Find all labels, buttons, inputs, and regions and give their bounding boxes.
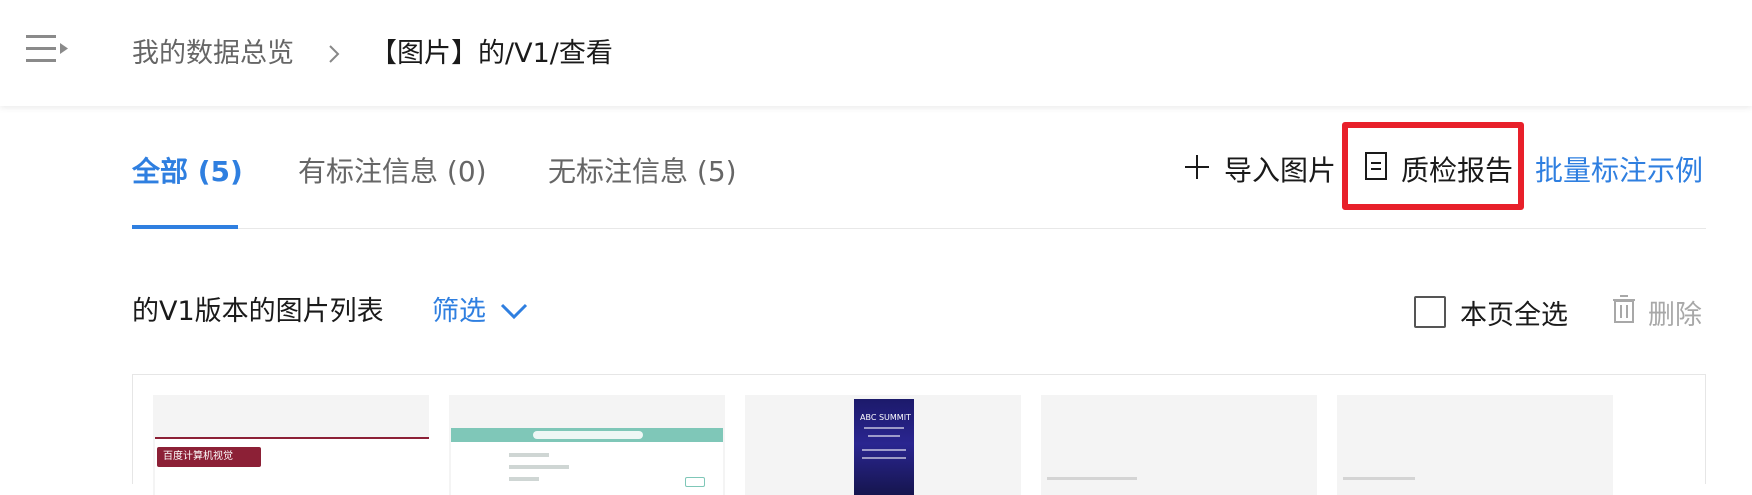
thumbnail-preview-line: [509, 477, 539, 481]
quality-report-label: 质检报告: [1401, 154, 1514, 187]
image-thumbnail[interactable]: 百度计算机视觉: [153, 395, 429, 495]
thumbnail-preview-line: [1343, 477, 1415, 480]
active-tab-indicator: [132, 225, 238, 229]
toolbar-actions: 导入图片 质检报告 批量标注示例: [0, 146, 1752, 196]
image-grid: 百度计算机视觉 ABC SUMMIT: [132, 374, 1706, 495]
thumbnail-preview: ABC SUMMIT: [854, 399, 914, 495]
top-header: 我的数据总览 【图片】的/V1/查看: [0, 0, 1752, 106]
select-all-checkbox[interactable]: 本页全选: [1414, 292, 1568, 332]
chevron-down-icon: [486, 292, 528, 332]
chevron-right-icon: [324, 40, 344, 63]
delete-button[interactable]: 删除: [1612, 292, 1702, 332]
breadcrumb-root-link[interactable]: 我的数据总览: [132, 31, 294, 70]
quality-report-button[interactable]: 质检报告: [1365, 146, 1513, 196]
checkbox-box[interactable]: [1414, 296, 1446, 328]
delete-label: 删除: [1648, 299, 1702, 331]
document-icon: [1365, 146, 1387, 196]
thumbnail-preview-line: [509, 465, 569, 469]
thumbnail-caption: ABC SUMMIT: [860, 413, 911, 422]
thumbnail-preview-page: [451, 442, 723, 495]
thumbnail-preview-line: [1047, 477, 1137, 480]
plus-icon: [1184, 146, 1210, 196]
thumbnail-preview-button: [685, 477, 705, 487]
thumbnail-preview-line: [509, 453, 549, 457]
breadcrumb: 我的数据总览 【图片】的/V1/查看: [132, 30, 613, 70]
list-title: 的V1版本的图片列表: [132, 296, 384, 327]
thumbnail-preview-urlbar: [533, 431, 643, 439]
thumbnail-preview-line: [862, 457, 906, 459]
filter-dropdown[interactable]: 筛选: [432, 292, 528, 332]
thumbnail-preview-line: [868, 435, 900, 437]
import-images-label: 导入图片: [1224, 154, 1337, 187]
breadcrumb-current: 【图片】的/V1/查看: [370, 37, 613, 69]
image-thumbnail[interactable]: ABC SUMMIT: [745, 395, 1021, 495]
image-thumbnail[interactable]: [449, 395, 725, 495]
image-thumbnail[interactable]: [1337, 395, 1613, 495]
trash-icon: [1612, 294, 1648, 330]
select-all-label: 本页全选: [1460, 299, 1568, 331]
thumbnail-preview-line: [862, 449, 906, 451]
import-images-button[interactable]: 导入图片: [1184, 146, 1336, 196]
thumbnail-caption: 百度计算机视觉: [157, 447, 261, 467]
menu-collapse-icon[interactable]: [26, 34, 74, 64]
image-thumbnail[interactable]: [1041, 395, 1317, 495]
filter-label: 筛选: [432, 296, 486, 327]
thumbnail-preview-line: [864, 427, 904, 429]
batch-annotation-example-link[interactable]: 批量标注示例: [1535, 146, 1703, 196]
